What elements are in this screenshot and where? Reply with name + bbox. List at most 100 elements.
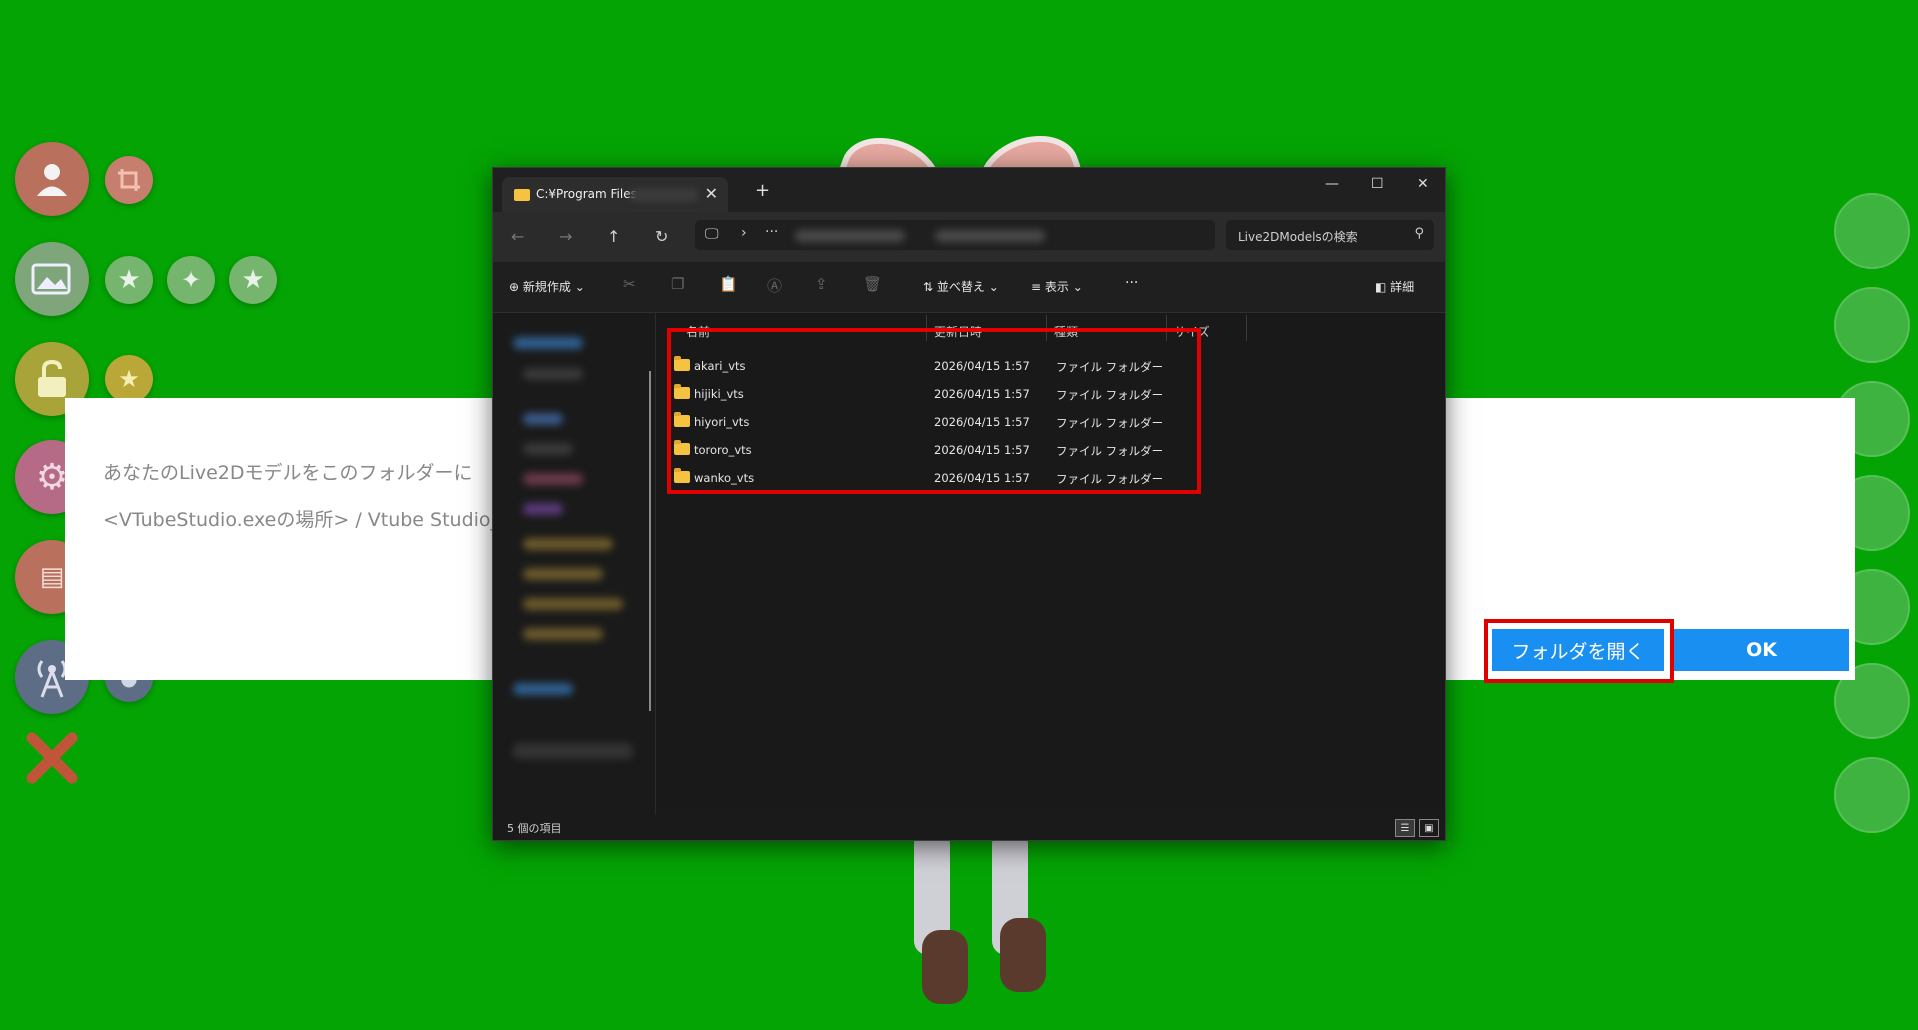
file-type: ファイル フォルダー: [1056, 472, 1164, 486]
item-star-button-1[interactable]: ★: [105, 256, 153, 304]
search-box[interactable]: Live2DModelsの検索 ⚲: [1226, 220, 1434, 250]
column-header-size[interactable]: サイズ: [1174, 323, 1210, 340]
column-header-name[interactable]: 名前: [686, 323, 710, 340]
details-button[interactable]: ◧ 詳細: [1375, 278, 1414, 295]
folder-icon: [514, 189, 530, 201]
share-icon[interactable]: ⇪: [815, 275, 828, 293]
ok-button[interactable]: OK: [1674, 629, 1849, 671]
folder-icon: [674, 356, 690, 371]
chevron-right-icon: ›: [741, 225, 747, 241]
table-row[interactable]: hijiki_vts 2026/04/15 1:57 ファイル フォルダー: [656, 379, 1196, 407]
new-button[interactable]: ⊕ 新規作成 ⌄: [509, 278, 585, 295]
delete-icon[interactable]: 🗑: [863, 275, 882, 293]
file-date: 2026/04/15 1:57: [934, 415, 1030, 429]
status-bar: 5 個の項目 ☰ ▣: [493, 814, 1445, 840]
sidebar-item-blurred: [523, 598, 623, 610]
file-type: ファイル フォルダー: [1056, 388, 1164, 402]
column-separator: [1046, 315, 1047, 341]
table-row[interactable]: akari_vts 2026/04/15 1:57 ファイル フォルダー: [656, 351, 1196, 379]
computer-icon: 🖵: [705, 226, 719, 242]
refresh-icon[interactable]: ↻: [655, 227, 668, 246]
sidebar-item-blurred: [523, 503, 563, 515]
right-toolbar-button-1[interactable]: [1834, 193, 1910, 269]
sort-button[interactable]: ⇅ 並べ替え ⌄: [923, 278, 999, 295]
address-blurred-2: [935, 230, 1045, 242]
search-icon: ⚲: [1414, 226, 1424, 241]
forward-icon[interactable]: →: [559, 227, 572, 246]
paste-icon[interactable]: 📋: [719, 275, 738, 293]
image-icon: [31, 263, 71, 295]
more-options-icon[interactable]: ···: [1125, 275, 1138, 291]
minimize-icon[interactable]: —: [1325, 176, 1339, 192]
more-path-icon[interactable]: ···: [765, 224, 778, 240]
file-list: 名前 更新日時 種類 サイズ akari_vts 2026/04/15 1:57…: [656, 313, 1445, 823]
column-separator: [1246, 315, 1247, 341]
file-type: ファイル フォルダー: [1056, 444, 1164, 458]
item-count: 5 個の項目: [507, 822, 562, 835]
gear-icon: ⚙: [35, 456, 69, 498]
address-bar[interactable]: 🖵 › ···: [695, 220, 1215, 250]
star-icon: ★: [118, 365, 140, 393]
details-view-icon[interactable]: ☰: [1395, 819, 1415, 837]
stars-icon: ✦: [180, 266, 202, 294]
file-name: hijiki_vts: [694, 387, 744, 401]
folder-icon: [674, 412, 690, 427]
column-header-type[interactable]: 種類: [1054, 323, 1078, 340]
dialog-instruction-line2: <VTubeStudio.exeの場所> / Vtube Studio_: [103, 509, 501, 531]
dialog-instruction-line1: あなたのLive2Dモデルをこのフォルダーに: [103, 462, 473, 484]
right-toolbar-button-2[interactable]: [1834, 287, 1910, 363]
view-button[interactable]: ≡ 表示 ⌄: [1031, 278, 1083, 295]
sidebar-item-blurred: [523, 568, 603, 580]
item-star-button-2[interactable]: ★: [229, 256, 277, 304]
star-icon: ★: [117, 265, 141, 295]
sidebar-item-blurred: [513, 683, 573, 695]
tab-title: C:¥Program Files: [536, 187, 637, 201]
table-row[interactable]: hiyori_vts 2026/04/15 1:57 ファイル フォルダー: [656, 407, 1196, 435]
file-name: wanko_vts: [694, 471, 755, 485]
cut-icon[interactable]: ✂: [623, 275, 636, 293]
title-bar: C:¥Program Files ✕ + — ☐ ✕: [493, 168, 1445, 212]
sidebar-item-blurred: [523, 473, 583, 485]
close-icon[interactable]: ✕: [1417, 176, 1429, 192]
new-tab-icon[interactable]: +: [755, 180, 770, 201]
sidebar-item-blurred: [523, 368, 583, 380]
character-shoe-left: [922, 930, 968, 1004]
file-date: 2026/04/15 1:57: [934, 443, 1030, 457]
column-header-date[interactable]: 更新日時: [934, 323, 982, 340]
tiles-view-icon[interactable]: ▣: [1419, 819, 1439, 837]
search-placeholder: Live2DModelsの検索: [1238, 230, 1358, 244]
unlock-icon: [38, 359, 66, 397]
background-button[interactable]: [15, 242, 89, 316]
avatar-model-button[interactable]: [15, 142, 89, 216]
right-toolbar-button-7[interactable]: [1834, 757, 1910, 833]
back-icon[interactable]: ←: [511, 227, 524, 246]
close-x-icon[interactable]: [26, 732, 78, 784]
tab-close-icon[interactable]: ✕: [705, 184, 718, 203]
open-folder-button[interactable]: フォルダを開く: [1492, 629, 1664, 671]
item-stars-button[interactable]: ✦: [167, 256, 215, 304]
sidebar-scrollbar[interactable]: [649, 371, 651, 711]
maximize-icon[interactable]: ☐: [1371, 176, 1384, 192]
crop-icon: [118, 169, 140, 191]
crop-button[interactable]: [105, 156, 153, 204]
copy-icon[interactable]: ❐: [671, 275, 684, 293]
table-row[interactable]: tororo_vts 2026/04/15 1:57 ファイル フォルダー: [656, 435, 1196, 463]
navigation-pane[interactable]: [493, 313, 656, 823]
rename-icon[interactable]: Ⓐ: [767, 275, 782, 296]
log-icon: ▤: [39, 562, 65, 592]
column-separator: [1166, 315, 1167, 341]
character-shoe-right: [1000, 918, 1046, 992]
file-type: ファイル フォルダー: [1056, 360, 1164, 374]
details-label: 詳細: [1390, 280, 1415, 294]
explorer-tab[interactable]: C:¥Program Files ✕: [502, 177, 728, 212]
folder-icon: [674, 440, 690, 455]
lock-star-button[interactable]: ★: [105, 355, 153, 403]
star-icon: ★: [241, 265, 265, 295]
column-separator: [926, 315, 927, 341]
file-date: 2026/04/15 1:57: [934, 471, 1030, 485]
view-label: 表示: [1044, 280, 1069, 294]
up-icon[interactable]: ↑: [607, 227, 620, 246]
folder-icon: [674, 384, 690, 399]
person-icon: [37, 164, 67, 196]
table-row[interactable]: wanko_vts 2026/04/15 1:57 ファイル フォルダー: [656, 463, 1196, 491]
